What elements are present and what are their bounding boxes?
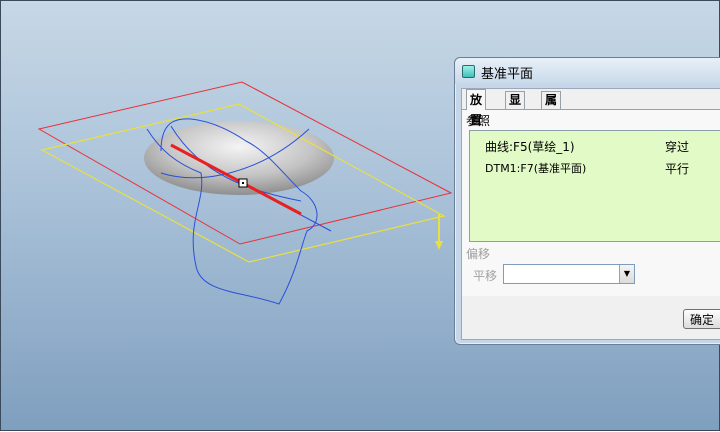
datum-plane-dialog[interactable]: 基准平面 放置 显示 属性 参照 曲线:F5(草绘_1) 穿过 DTM1:F7(…	[454, 57, 720, 345]
tab-properties[interactable]: 属性	[541, 91, 562, 124]
reference-row[interactable]: 曲线:F5(草绘_1) 穿过	[470, 136, 720, 154]
ok-button[interactable]: 确定	[683, 309, 720, 329]
dialog-client-area: 放置 显示 属性 参照 曲线:F5(草绘_1) 穿过 DTM1:F7(基准平面)…	[461, 88, 720, 340]
reference-type[interactable]: 平行	[665, 160, 689, 177]
dialog-title: 基准平面	[481, 67, 534, 82]
tab-display[interactable]: 显示	[505, 91, 526, 124]
offset-label: 偏移	[466, 247, 491, 261]
dialog-titlebar[interactable]: 基准平面	[455, 58, 720, 84]
translation-label: 平移	[473, 269, 498, 283]
direction-arrow-icon[interactable]	[435, 214, 443, 250]
reference-name: DTM1:F7(基准平面)	[485, 162, 587, 175]
tab-placement[interactable]: 放置	[466, 89, 487, 127]
dropdown-arrow-icon[interactable]: ▼	[619, 265, 634, 283]
selection-point-dot	[242, 182, 244, 184]
placement-panel: 参照 曲线:F5(草绘_1) 穿过 DTM1:F7(基准平面) 平行 偏移 平移…	[462, 109, 720, 296]
datum-plane-icon	[462, 65, 475, 78]
reference-type[interactable]: 穿过	[665, 138, 689, 155]
reference-row[interactable]: DTM1:F7(基准平面) 平行	[470, 158, 720, 176]
graphics-viewport[interactable]: 基准平面 放置 显示 属性 参照 曲线:F5(草绘_1) 穿过 DTM1:F7(…	[0, 0, 720, 431]
translation-combobox[interactable]: ▼	[503, 264, 635, 284]
reference-name: 曲线:F5(草绘_1)	[485, 140, 575, 154]
references-list[interactable]: 曲线:F5(草绘_1) 穿过 DTM1:F7(基准平面) 平行	[469, 130, 720, 242]
